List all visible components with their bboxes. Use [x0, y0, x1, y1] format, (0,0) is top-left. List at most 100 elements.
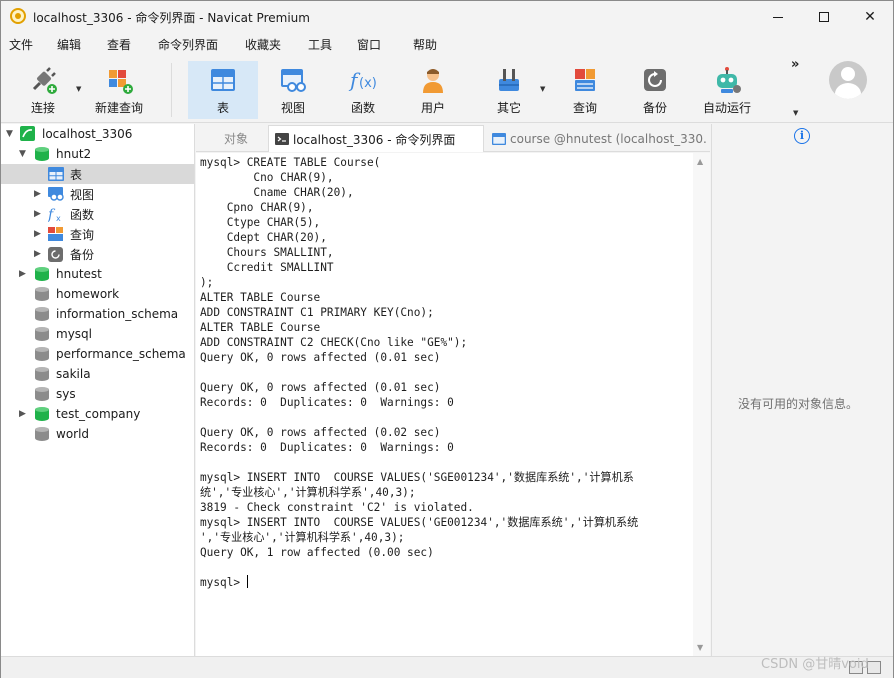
console-line: Cpno CHAR(9),: [200, 201, 314, 214]
info-icon[interactable]: i: [794, 128, 810, 144]
view-icon: [48, 187, 64, 201]
toolbar-function-button[interactable]: f (x) 函数: [335, 61, 391, 119]
menu-view[interactable]: 查看: [101, 33, 137, 57]
scroll-down-icon[interactable]: ▼: [697, 643, 703, 652]
toolbar-backup-label: 备份: [642, 101, 667, 115]
toolbar-connection-button[interactable]: 连接: [15, 61, 71, 119]
close-button[interactable]: ✕: [847, 1, 893, 33]
console-icon: [275, 133, 289, 145]
toolbar-other-button[interactable]: 其它: [481, 61, 537, 119]
minimize-icon: [773, 16, 783, 18]
tree-connection[interactable]: ▼ localhost_3306: [1, 124, 194, 144]
tree-db-label: performance_schema: [56, 347, 186, 361]
menu-tools[interactable]: 工具: [302, 33, 338, 57]
tree-db-hnutest[interactable]: ▶ hnutest: [1, 264, 194, 284]
menu-favorites[interactable]: 收藏夹: [239, 33, 287, 57]
tree-db-sys[interactable]: sys: [1, 384, 194, 404]
close-icon: ✕: [864, 9, 876, 25]
tree-db-performance-schema[interactable]: performance_schema: [1, 344, 194, 364]
tree-item-tables[interactable]: 表: [1, 164, 194, 184]
database-icon: [35, 387, 49, 402]
tab-course-label: course @hnutest (localhost_330...: [510, 131, 706, 146]
toolbar-new-query-button[interactable]: 新建查询: [89, 61, 149, 119]
tree-db-world[interactable]: world: [1, 424, 194, 444]
tab-console[interactable]: localhost_3306 - 命令列界面: [268, 125, 484, 152]
tree-item-label: 函数: [70, 207, 95, 222]
toolbar-user-button[interactable]: 用户: [405, 61, 461, 119]
menu-console[interactable]: 命令列界面: [152, 33, 224, 57]
backup-icon: [640, 65, 670, 95]
tree-db-test-company[interactable]: ▶ test_company: [1, 404, 194, 424]
tab-console-label: localhost_3306 - 命令列界面: [293, 132, 456, 147]
console-line: Ctype CHAR(5),: [200, 216, 321, 229]
menu-bar: 文件 编辑 查看 命令列界面 收藏夹 工具 窗口 帮助: [1, 33, 893, 57]
minimize-button[interactable]: [755, 1, 801, 33]
tree-db-mysql[interactable]: mysql: [1, 324, 194, 344]
maximize-button[interactable]: [801, 1, 847, 33]
tree-db-homework[interactable]: homework: [1, 284, 194, 304]
chevron-down-icon[interactable]: ▼: [6, 129, 13, 139]
menu-edit[interactable]: 编辑: [51, 33, 87, 57]
toolbar-automation-label: 自动运行: [702, 101, 751, 115]
console-line: Cname CHAR(20),: [200, 186, 354, 199]
console-line: Cno CHAR(9),: [200, 171, 334, 184]
toolbar-backup-button[interactable]: 备份: [627, 61, 683, 119]
toolbar-query-label: 查询: [572, 101, 597, 115]
navicat-logo-icon: [10, 8, 26, 24]
layout-toggle-button[interactable]: [867, 661, 881, 674]
console-line: ALTER TABLE Course: [200, 321, 321, 334]
tree-db-information-schema[interactable]: information_schema: [1, 304, 194, 324]
console-text: mysql> CREATE TABLE Course( Cno CHAR(9),…: [200, 155, 638, 590]
console-output[interactable]: mysql> CREATE TABLE Course( Cno CHAR(9),…: [196, 153, 693, 656]
toolbar-overflow-caret-icon[interactable]: ▼: [793, 109, 798, 117]
tree-db-hnut2[interactable]: ▼ hnut2: [1, 144, 194, 164]
other-dropdown-caret-icon[interactable]: ▼: [540, 85, 545, 93]
console-line: Cdept CHAR(20),: [200, 231, 327, 244]
database-icon: [35, 427, 49, 442]
toolbar-new-query-label: 新建查询: [94, 101, 143, 115]
connection-dropdown-caret-icon[interactable]: ▼: [76, 85, 81, 93]
tab-objects[interactable]: 对象: [206, 125, 266, 152]
tree-db-label: homework: [56, 287, 120, 301]
tree-item-views[interactable]: ▶ 视图: [1, 184, 194, 204]
menu-window[interactable]: 窗口: [351, 33, 387, 57]
toolbar-connection-label: 连接: [30, 101, 55, 115]
chevron-right-icon[interactable]: ▶: [34, 229, 41, 239]
chevron-right-icon[interactable]: ▶: [19, 409, 26, 419]
chevron-right-icon[interactable]: ▶: [34, 209, 41, 219]
tree-db-label: hnut2: [56, 147, 92, 161]
chevron-down-icon[interactable]: ▼: [19, 149, 26, 159]
menu-file[interactable]: 文件: [3, 33, 39, 57]
tree-item-label: 备份: [70, 247, 95, 262]
user-avatar[interactable]: [829, 61, 867, 99]
tree-item-queries[interactable]: ▶ 查询: [1, 224, 194, 244]
console-line: Query OK, 0 rows affected (0.01 sec): [200, 351, 441, 364]
tree-db-label: mysql: [56, 327, 92, 341]
toolbar-more-button[interactable]: »: [791, 57, 799, 72]
toolbar-query-button[interactable]: 查询: [557, 61, 613, 119]
toolbar-view-button[interactable]: 视图: [265, 61, 321, 119]
tab-course[interactable]: course @hnutest (localhost_330...: [486, 125, 706, 152]
scroll-up-icon[interactable]: ▲: [697, 157, 703, 166]
view-icon: [278, 65, 308, 95]
console-scrollbar[interactable]: ▲ ▼: [693, 153, 710, 656]
tree-db-label: sakila: [56, 367, 91, 381]
toolbar-automation-button[interactable]: 自动运行: [695, 61, 759, 119]
function-icon: f (x): [348, 65, 378, 95]
tree-item-label: 视图: [70, 187, 95, 202]
toolbar-table-label: 表: [216, 101, 229, 115]
window-title: localhost_3306 - 命令列界面 - Navicat Premium: [33, 11, 310, 25]
watermark: CSDN @甘晴void: [761, 657, 869, 672]
chevron-right-icon[interactable]: ▶: [19, 269, 26, 279]
backup-icon: [48, 247, 63, 262]
tree-db-sakila[interactable]: sakila: [1, 364, 194, 384]
chevron-right-icon[interactable]: ▶: [34, 249, 41, 259]
toolbar-table-button[interactable]: 表: [188, 61, 258, 119]
tree-item-label: 查询: [70, 227, 95, 242]
tree-item-backups[interactable]: ▶ 备份: [1, 244, 194, 264]
tree-item-functions[interactable]: ▶ fx 函数: [1, 204, 194, 224]
console-line: Query OK, 1 row affected (0.00 sec): [200, 546, 434, 559]
console-line: ADD CONSTRAINT C2 CHECK(Cno like "GE%");: [200, 336, 468, 349]
chevron-right-icon[interactable]: ▶: [34, 189, 41, 199]
menu-help[interactable]: 帮助: [407, 33, 443, 57]
